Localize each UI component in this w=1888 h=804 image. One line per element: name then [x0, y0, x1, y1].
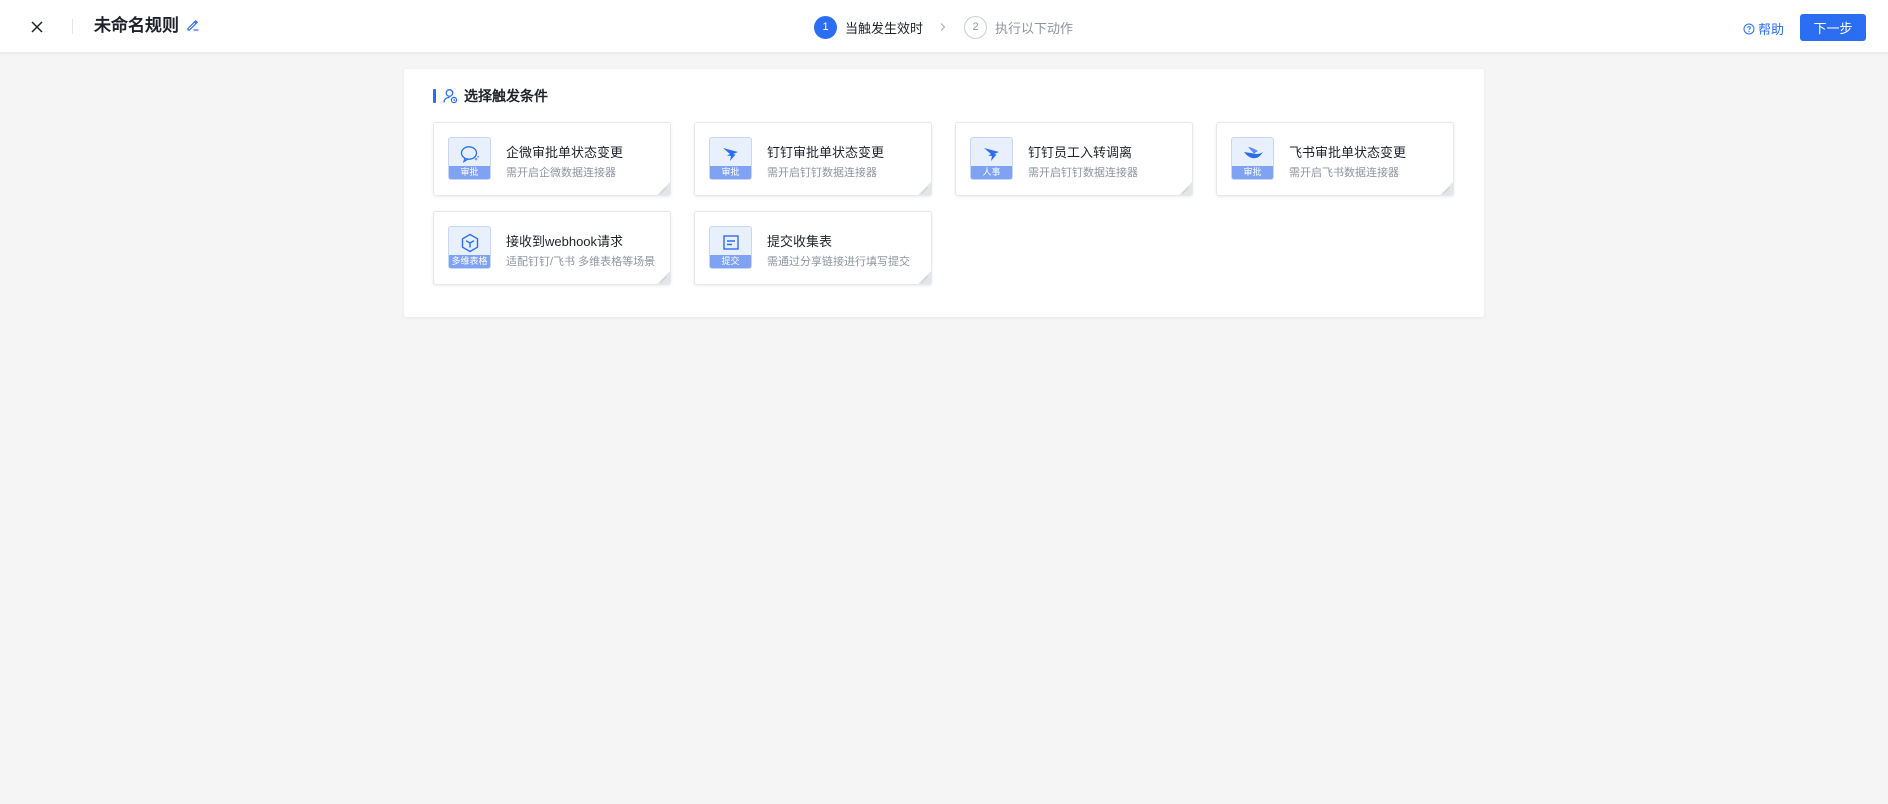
header-divider	[72, 19, 73, 34]
step-2-number: 2	[964, 15, 988, 39]
card-tag: 提交	[710, 255, 751, 268]
help-link[interactable]: 帮助	[1743, 19, 1784, 38]
card-icon-box: 审批	[1231, 137, 1274, 180]
card-subtitle: 需开启钉钉数据连接器	[1028, 167, 1138, 179]
trigger-card-wecom-approval[interactable]: 审批 企微审批单状态变更 需开启企微数据连接器	[433, 122, 671, 196]
card-title: 提交收集表	[767, 234, 833, 249]
section-header: 选择触发条件	[433, 87, 548, 105]
trigger-card-webhook[interactable]: 多维表格 接收到webhook请求 适配钉钉/飞书 多维表格等场景	[433, 211, 671, 285]
step-1-number: 1	[814, 15, 837, 39]
help-label: 帮助	[1758, 22, 1785, 37]
card-subtitle: 需通过分享链接进行填写提交	[767, 256, 910, 268]
card-title: 企微审批单状态变更	[506, 145, 624, 160]
card-title: 钉钉员工入转调离	[1028, 145, 1133, 160]
trigger-card-dingtalk-approval[interactable]: 审批 钉钉审批单状态变更 需开启钉钉数据连接器	[694, 122, 932, 196]
card-tag: 审批	[449, 166, 490, 179]
next-step-button[interactable]: 下一步	[1800, 14, 1866, 41]
top-bar: 未命名规则 1 当触发生效时 2 执行以下动作 帮助 下一步	[0, 0, 1888, 53]
trigger-card-submit-form[interactable]: 提交 提交收集表 需通过分享链接进行填写提交	[694, 211, 932, 285]
form-icon	[723, 235, 739, 250]
card-title: 飞书审批单状态变更	[1289, 145, 1407, 160]
close-icon	[31, 21, 43, 33]
card-icon-box: 审批	[709, 137, 752, 180]
trigger-card-feishu-approval[interactable]: 审批 飞书审批单状态变更 需开启飞书数据连接器	[1216, 122, 1454, 196]
card-tag: 多维表格	[449, 255, 490, 268]
trigger-card-dingtalk-hr[interactable]: 人事 钉钉员工入转调离 需开启钉钉数据连接器	[955, 122, 1193, 196]
trigger-panel: 选择触发条件 审批 企微审批单状态变更 需开启企微数据连接器 审批 钉钉审批单状…	[404, 69, 1484, 317]
chevron-right-icon	[940, 23, 946, 31]
card-icon-box: 审批	[448, 137, 491, 180]
card-tag: 审批	[710, 166, 751, 179]
cube-icon	[461, 233, 479, 253]
card-subtitle: 需开启钉钉数据连接器	[767, 167, 877, 179]
close-button[interactable]	[26, 16, 48, 38]
card-icon-box: 提交	[709, 226, 752, 269]
card-tag: 审批	[1232, 166, 1273, 179]
card-subtitle: 适配钉钉/飞书 多维表格等场景	[506, 256, 656, 268]
rule-title: 未命名规则	[94, 16, 179, 35]
dingtalk-icon	[723, 148, 738, 161]
section-title: 选择触发条件	[464, 88, 548, 104]
wecom-chat-icon	[460, 146, 480, 164]
card-icon-box: 人事	[970, 137, 1013, 180]
section-accent-bar	[433, 89, 436, 103]
card-icon-box: 多维表格	[448, 226, 491, 269]
dingtalk-icon	[984, 148, 999, 161]
trigger-condition-icon	[443, 89, 458, 104]
step-1-label: 当触发生效时	[845, 20, 924, 36]
card-subtitle: 需开启企微数据连接器	[506, 167, 616, 179]
step-2-label: 执行以下动作	[995, 20, 1074, 36]
card-tag: 人事	[971, 166, 1012, 179]
edit-icon[interactable]	[185, 17, 201, 33]
card-title: 钉钉审批单状态变更	[767, 145, 885, 160]
help-circle-icon	[1743, 23, 1755, 34]
card-title: 接收到webhook请求	[506, 234, 624, 249]
card-subtitle: 需开启飞书数据连接器	[1289, 167, 1399, 179]
feishu-icon	[1244, 147, 1263, 159]
step-indicator: 1 当触发生效时 2 执行以下动作	[814, 15, 1073, 39]
